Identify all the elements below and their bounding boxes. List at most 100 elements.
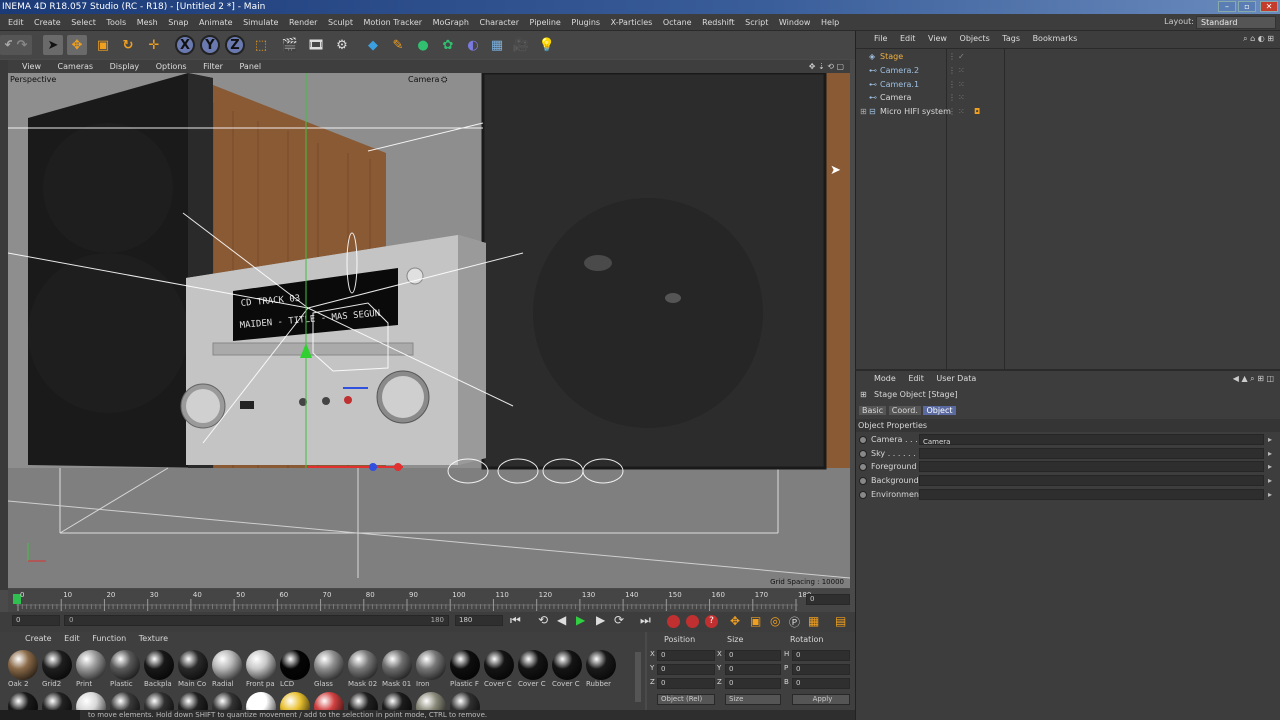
coord-position-field[interactable]: 0 (657, 664, 715, 675)
menu-octane[interactable]: Octane (663, 14, 692, 31)
material-swatch[interactable] (212, 650, 242, 680)
pen-icon[interactable]: ✎ (388, 35, 408, 55)
material-swatch[interactable] (348, 650, 378, 680)
link-arrow-icon[interactable]: ▸ (1268, 447, 1272, 461)
enable-check-icon[interactable]: ⁙ (958, 91, 965, 105)
coord-mode-select[interactable]: Object (Rel) (657, 694, 715, 705)
menu-window[interactable]: Window (779, 14, 811, 31)
visibility-dots-icon[interactable]: ⋮ (948, 91, 956, 105)
attribute-link-field[interactable]: Camera (919, 434, 1264, 446)
menu-plugins[interactable]: Plugins (571, 14, 600, 31)
enable-check-icon[interactable]: ✓ (958, 50, 965, 64)
end-frame-field[interactable]: 180 (455, 615, 503, 626)
animate-radio-icon[interactable] (859, 436, 867, 444)
key-pla-icon[interactable]: ▦ (808, 614, 819, 628)
mat-menu-function[interactable]: Function (92, 634, 126, 643)
obj-menu-objects[interactable]: Objects (960, 31, 990, 47)
go-to-end-icon[interactable]: ⏭ (640, 613, 651, 628)
link-arrow-icon[interactable]: ▸ (1268, 433, 1272, 447)
attribute-link-field[interactable] (919, 475, 1264, 487)
obj-menu-bookmarks[interactable]: Bookmarks (1033, 31, 1078, 47)
material-swatch[interactable] (144, 650, 174, 680)
menu-x-particles[interactable]: X-Particles (611, 14, 653, 31)
material-swatch[interactable] (178, 650, 208, 680)
coord-position-field[interactable]: 0 (657, 650, 715, 661)
viewport-menu-view[interactable]: View (22, 60, 41, 73)
apply-button[interactable]: Apply (792, 694, 850, 705)
menu-create[interactable]: Create (34, 14, 61, 31)
tab-object[interactable]: Object (923, 406, 956, 415)
obj-menu-view[interactable]: View (928, 31, 947, 47)
maximize-icon[interactable]: ▫ (1238, 1, 1256, 12)
record-icon[interactable] (667, 615, 680, 628)
timeline-ruler[interactable]: 0 10 20 30 40 50 60 70 80 90 100 110 120 130 140 150 160… (8, 589, 850, 612)
menu-script[interactable]: Script (745, 14, 768, 31)
animate-radio-icon[interactable] (859, 490, 867, 499)
prev-key-icon[interactable]: ⟲ (538, 613, 548, 627)
coord-size-field[interactable]: 0 (725, 678, 781, 689)
expand-icon[interactable]: ⊞ (860, 105, 867, 119)
subdivision-icon[interactable]: ● (413, 35, 433, 55)
key-param-icon[interactable]: Ⓟ (789, 614, 800, 630)
material-swatch[interactable] (416, 650, 446, 680)
menu-mesh[interactable]: Mesh (137, 14, 158, 31)
close-icon[interactable]: ✕ (1260, 1, 1278, 12)
coord-rotation-field[interactable]: 0 (792, 664, 850, 675)
material-swatch[interactable] (110, 650, 140, 680)
tag-icon[interactable]: ◘ (974, 105, 980, 119)
menu-snap[interactable]: Snap (168, 14, 188, 31)
material-swatch[interactable] (552, 650, 582, 680)
attr-menu-user-data[interactable]: User Data (936, 371, 976, 387)
material-swatch[interactable] (314, 650, 344, 680)
viewport-menu-cameras[interactable]: Cameras (58, 60, 94, 73)
coord-size-field[interactable]: 0 (725, 650, 781, 661)
attribute-link-field[interactable] (919, 461, 1264, 473)
attribute-link-field[interactable] (919, 447, 1264, 459)
x-axis-icon[interactable]: X (175, 35, 195, 55)
obj-search-icon[interactable]: ⌕ ⌂ ◐ ⊞ (1243, 31, 1274, 47)
object-row[interactable]: ⊞ ⊟ Micro HIFI system ⋮ ⁙ ◘ (856, 105, 1280, 119)
enable-check-icon[interactable]: ⁙ (958, 78, 965, 92)
menu-mograph[interactable]: MoGraph (433, 14, 469, 31)
object-name[interactable]: Stage (880, 50, 903, 64)
object-name[interactable]: Camera.2 (880, 64, 919, 78)
y-axis-icon[interactable]: Y (200, 35, 220, 55)
live-select-icon[interactable]: ✛ (144, 35, 164, 55)
material-swatch[interactable] (450, 650, 480, 680)
mat-menu-texture[interactable]: Texture (139, 634, 168, 643)
play-icon[interactable]: ▶ (576, 613, 585, 627)
viewport-menu-options[interactable]: Options (156, 60, 187, 73)
viewport-nav-icon[interactable]: ✥ ⇣ ⟲ ▢ (809, 60, 844, 73)
redo-icon[interactable]: ↷ (12, 35, 32, 55)
viewport-menu-panel[interactable]: Panel (239, 60, 261, 73)
auto-key-icon[interactable] (686, 615, 699, 628)
coord-position-field[interactable]: 0 (657, 678, 715, 689)
scale-icon[interactable]: ▣ (93, 35, 113, 55)
visibility-dots-icon[interactable]: ⋮ (948, 64, 956, 78)
object-name[interactable]: Camera (880, 91, 911, 105)
object-row[interactable]: ⊷ Camera ⋮ ⁙ (856, 91, 1280, 105)
material-swatch[interactable] (8, 650, 38, 680)
menu-select[interactable]: Select (71, 14, 96, 31)
rotate-icon[interactable]: ↻ (118, 35, 138, 55)
material-swatch[interactable] (280, 650, 310, 680)
viewport-menu-filter[interactable]: Filter (203, 60, 223, 73)
animate-radio-icon[interactable] (859, 463, 867, 472)
coord-system-icon[interactable]: ⬚ (251, 35, 271, 55)
menu-pipeline[interactable]: Pipeline (530, 14, 561, 31)
material-swatch[interactable] (484, 650, 514, 680)
light-icon[interactable]: 💡 (537, 35, 557, 55)
material-scrollbar[interactable] (635, 652, 641, 702)
tab-basic[interactable]: Basic (859, 406, 887, 415)
menu-tools[interactable]: Tools (106, 14, 126, 31)
camera-icon[interactable]: 🎥 (511, 35, 531, 55)
object-row[interactable]: ⊷ Camera.1 ⋮ ⁙ (856, 78, 1280, 92)
render-picture-viewer-icon[interactable]: 🎞 (306, 35, 326, 55)
key-move-icon[interactable]: ✥ (730, 614, 740, 628)
enable-check-icon[interactable]: ⁙ (958, 64, 965, 78)
viewport-menu-display[interactable]: Display (110, 60, 140, 73)
material-swatch[interactable] (586, 650, 616, 680)
menu-motion-tracker[interactable]: Motion Tracker (364, 14, 423, 31)
step-forward-icon[interactable]: ▶ (596, 613, 605, 627)
link-arrow-icon[interactable]: ▸ (1268, 488, 1272, 502)
